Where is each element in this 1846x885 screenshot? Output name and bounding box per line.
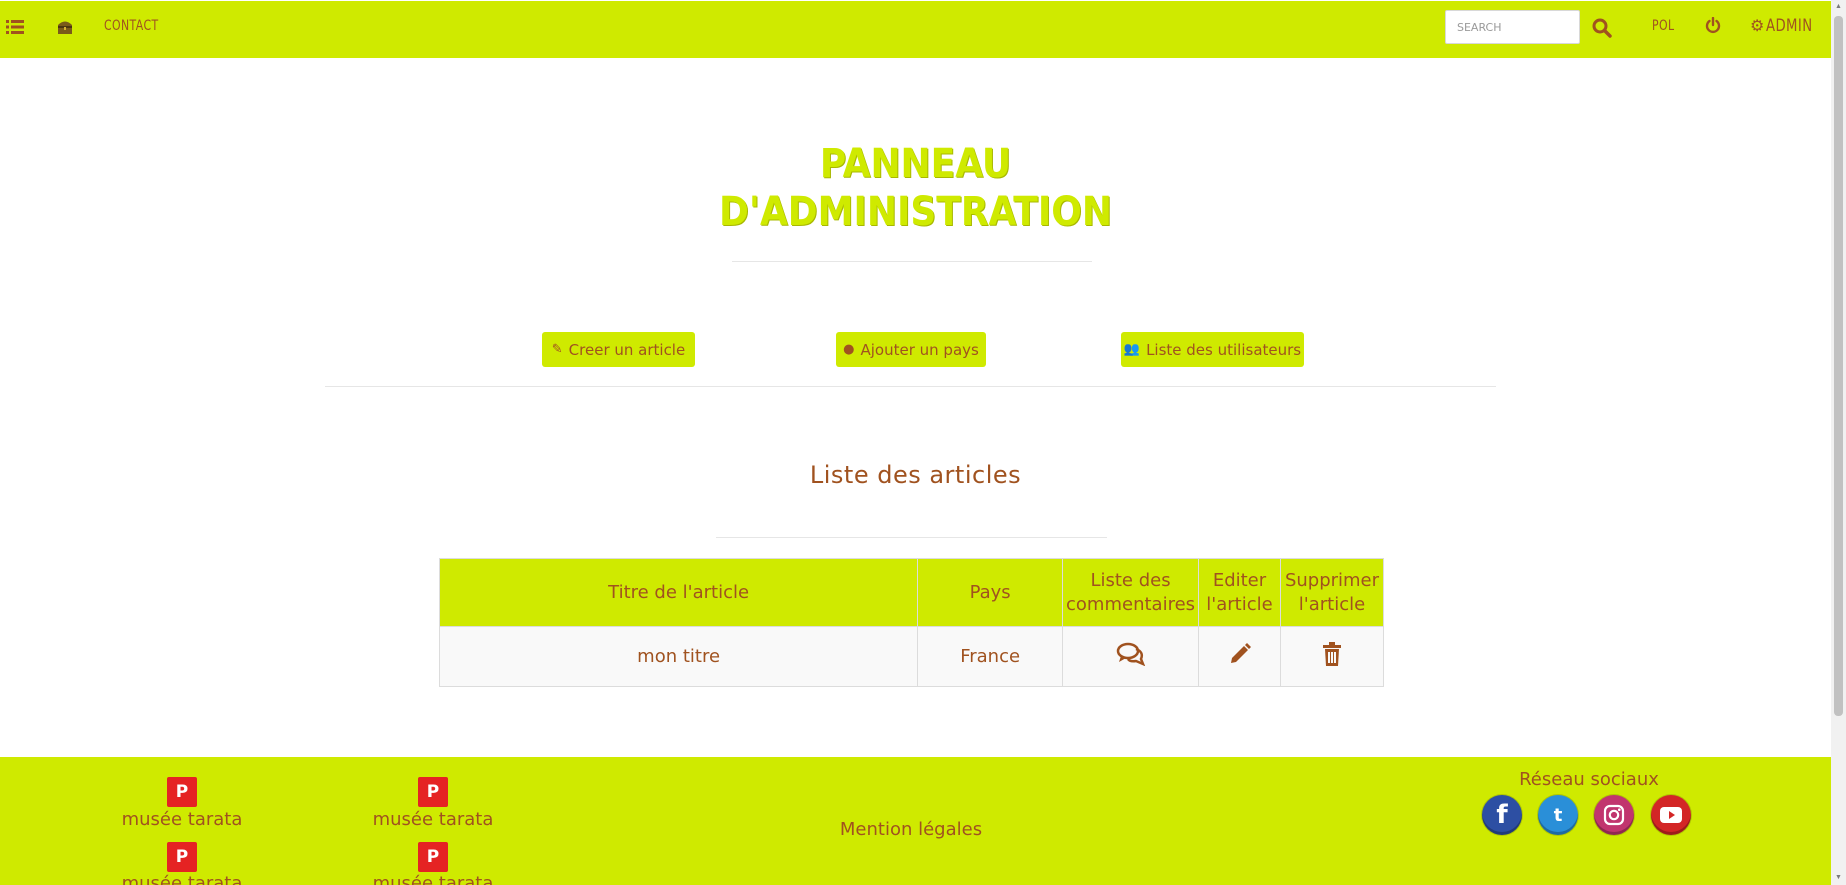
header-country: Pays bbox=[917, 558, 1064, 627]
language-label: POL bbox=[1652, 18, 1675, 34]
globe-icon: ● bbox=[843, 342, 855, 357]
pinterest-icon[interactable]: P bbox=[418, 842, 448, 872]
edit-cell bbox=[1198, 626, 1281, 687]
treasure-chest-icon[interactable] bbox=[54, 17, 76, 37]
table-row: mon titre France bbox=[438, 626, 1385, 687]
search-icon[interactable] bbox=[1591, 17, 1613, 39]
actions-divider bbox=[325, 386, 1496, 387]
page-title-line2: D'ADMINISTRATION bbox=[719, 189, 1112, 235]
users-list-label: Liste des utilisateurs bbox=[1146, 340, 1302, 359]
menu-list-icon[interactable] bbox=[6, 18, 24, 36]
comments-icon[interactable] bbox=[1116, 642, 1146, 672]
language-switch[interactable]: POL bbox=[1652, 16, 1681, 36]
footer-link-musee-2[interactable]: musée tarata bbox=[353, 809, 513, 830]
header-comments: Liste des commentaires bbox=[1062, 558, 1200, 627]
table-header-row: Titre de l'article Pays Liste des commen… bbox=[438, 558, 1385, 627]
footer-link-musee-4[interactable]: musée tarata bbox=[353, 873, 513, 885]
page-title-line1: PANNEAU bbox=[819, 141, 1012, 187]
twitter-icon[interactable]: t bbox=[1538, 795, 1578, 835]
footer-link-musee-1[interactable]: musée tarata bbox=[102, 809, 262, 830]
trash-icon[interactable] bbox=[1322, 641, 1342, 672]
pinterest-icon[interactable]: P bbox=[418, 777, 448, 807]
header-article-title: Titre de l'article bbox=[438, 558, 919, 627]
pinterest-icon[interactable]: P bbox=[167, 777, 197, 807]
pinterest-icon[interactable]: P bbox=[167, 842, 197, 872]
youtube-icon[interactable] bbox=[1651, 795, 1691, 835]
scrollbar-thumb[interactable] bbox=[1834, 16, 1843, 716]
footer-link-musee-3[interactable]: musée tarata bbox=[102, 873, 262, 885]
articles-section-title: Liste des articles bbox=[809, 461, 1022, 489]
users-list-button[interactable]: 👥 Liste des utilisateurs bbox=[1121, 332, 1304, 367]
search-input[interactable] bbox=[1445, 10, 1580, 44]
facebook-icon[interactable]: f bbox=[1482, 795, 1522, 835]
articles-title-divider bbox=[716, 537, 1107, 538]
page-title: PANNEAU D'ADMINISTRATION bbox=[0, 140, 1831, 236]
add-country-label: Ajouter un pays bbox=[860, 340, 979, 359]
admin-menu[interactable]: ⚙ ADMIN bbox=[1750, 15, 1826, 37]
header-delete: Supprimer l'article bbox=[1279, 558, 1385, 627]
users-icon: 👥 bbox=[1123, 342, 1141, 357]
admin-label: ADMIN bbox=[1766, 16, 1813, 36]
scroll-up-arrow-icon[interactable]: ▲ bbox=[1834, 3, 1843, 11]
nav-contact-label: CONTACT bbox=[104, 18, 159, 34]
edit-square-icon: ✎ bbox=[551, 342, 563, 357]
delete-cell bbox=[1279, 626, 1385, 687]
scroll-down-arrow-icon[interactable]: ▼ bbox=[1834, 874, 1843, 882]
legal-mentions-link[interactable]: Mention légales bbox=[811, 819, 1011, 840]
top-navbar: CONTACT POL ⚙ ADMIN bbox=[0, 1, 1831, 58]
add-country-button[interactable]: ● Ajouter un pays bbox=[836, 332, 986, 367]
article-title-cell: mon titre bbox=[438, 626, 919, 687]
create-article-button[interactable]: ✎ Creer un article bbox=[542, 332, 695, 367]
comments-cell bbox=[1062, 626, 1200, 687]
social-title: Réseau sociaux bbox=[1519, 769, 1659, 790]
title-divider bbox=[732, 261, 1092, 262]
pencil-icon[interactable] bbox=[1228, 642, 1252, 672]
articles-table: Titre de l'article Pays Liste des commen… bbox=[438, 558, 1385, 687]
article-country-cell: France bbox=[917, 626, 1064, 687]
header-edit: Editer l'article bbox=[1198, 558, 1281, 627]
gears-icon: ⚙ bbox=[1750, 18, 1765, 35]
instagram-icon[interactable] bbox=[1594, 795, 1634, 835]
nav-contact-link[interactable]: CONTACT bbox=[104, 16, 174, 36]
power-icon[interactable] bbox=[1704, 16, 1722, 34]
create-article-label: Creer un article bbox=[568, 340, 686, 359]
